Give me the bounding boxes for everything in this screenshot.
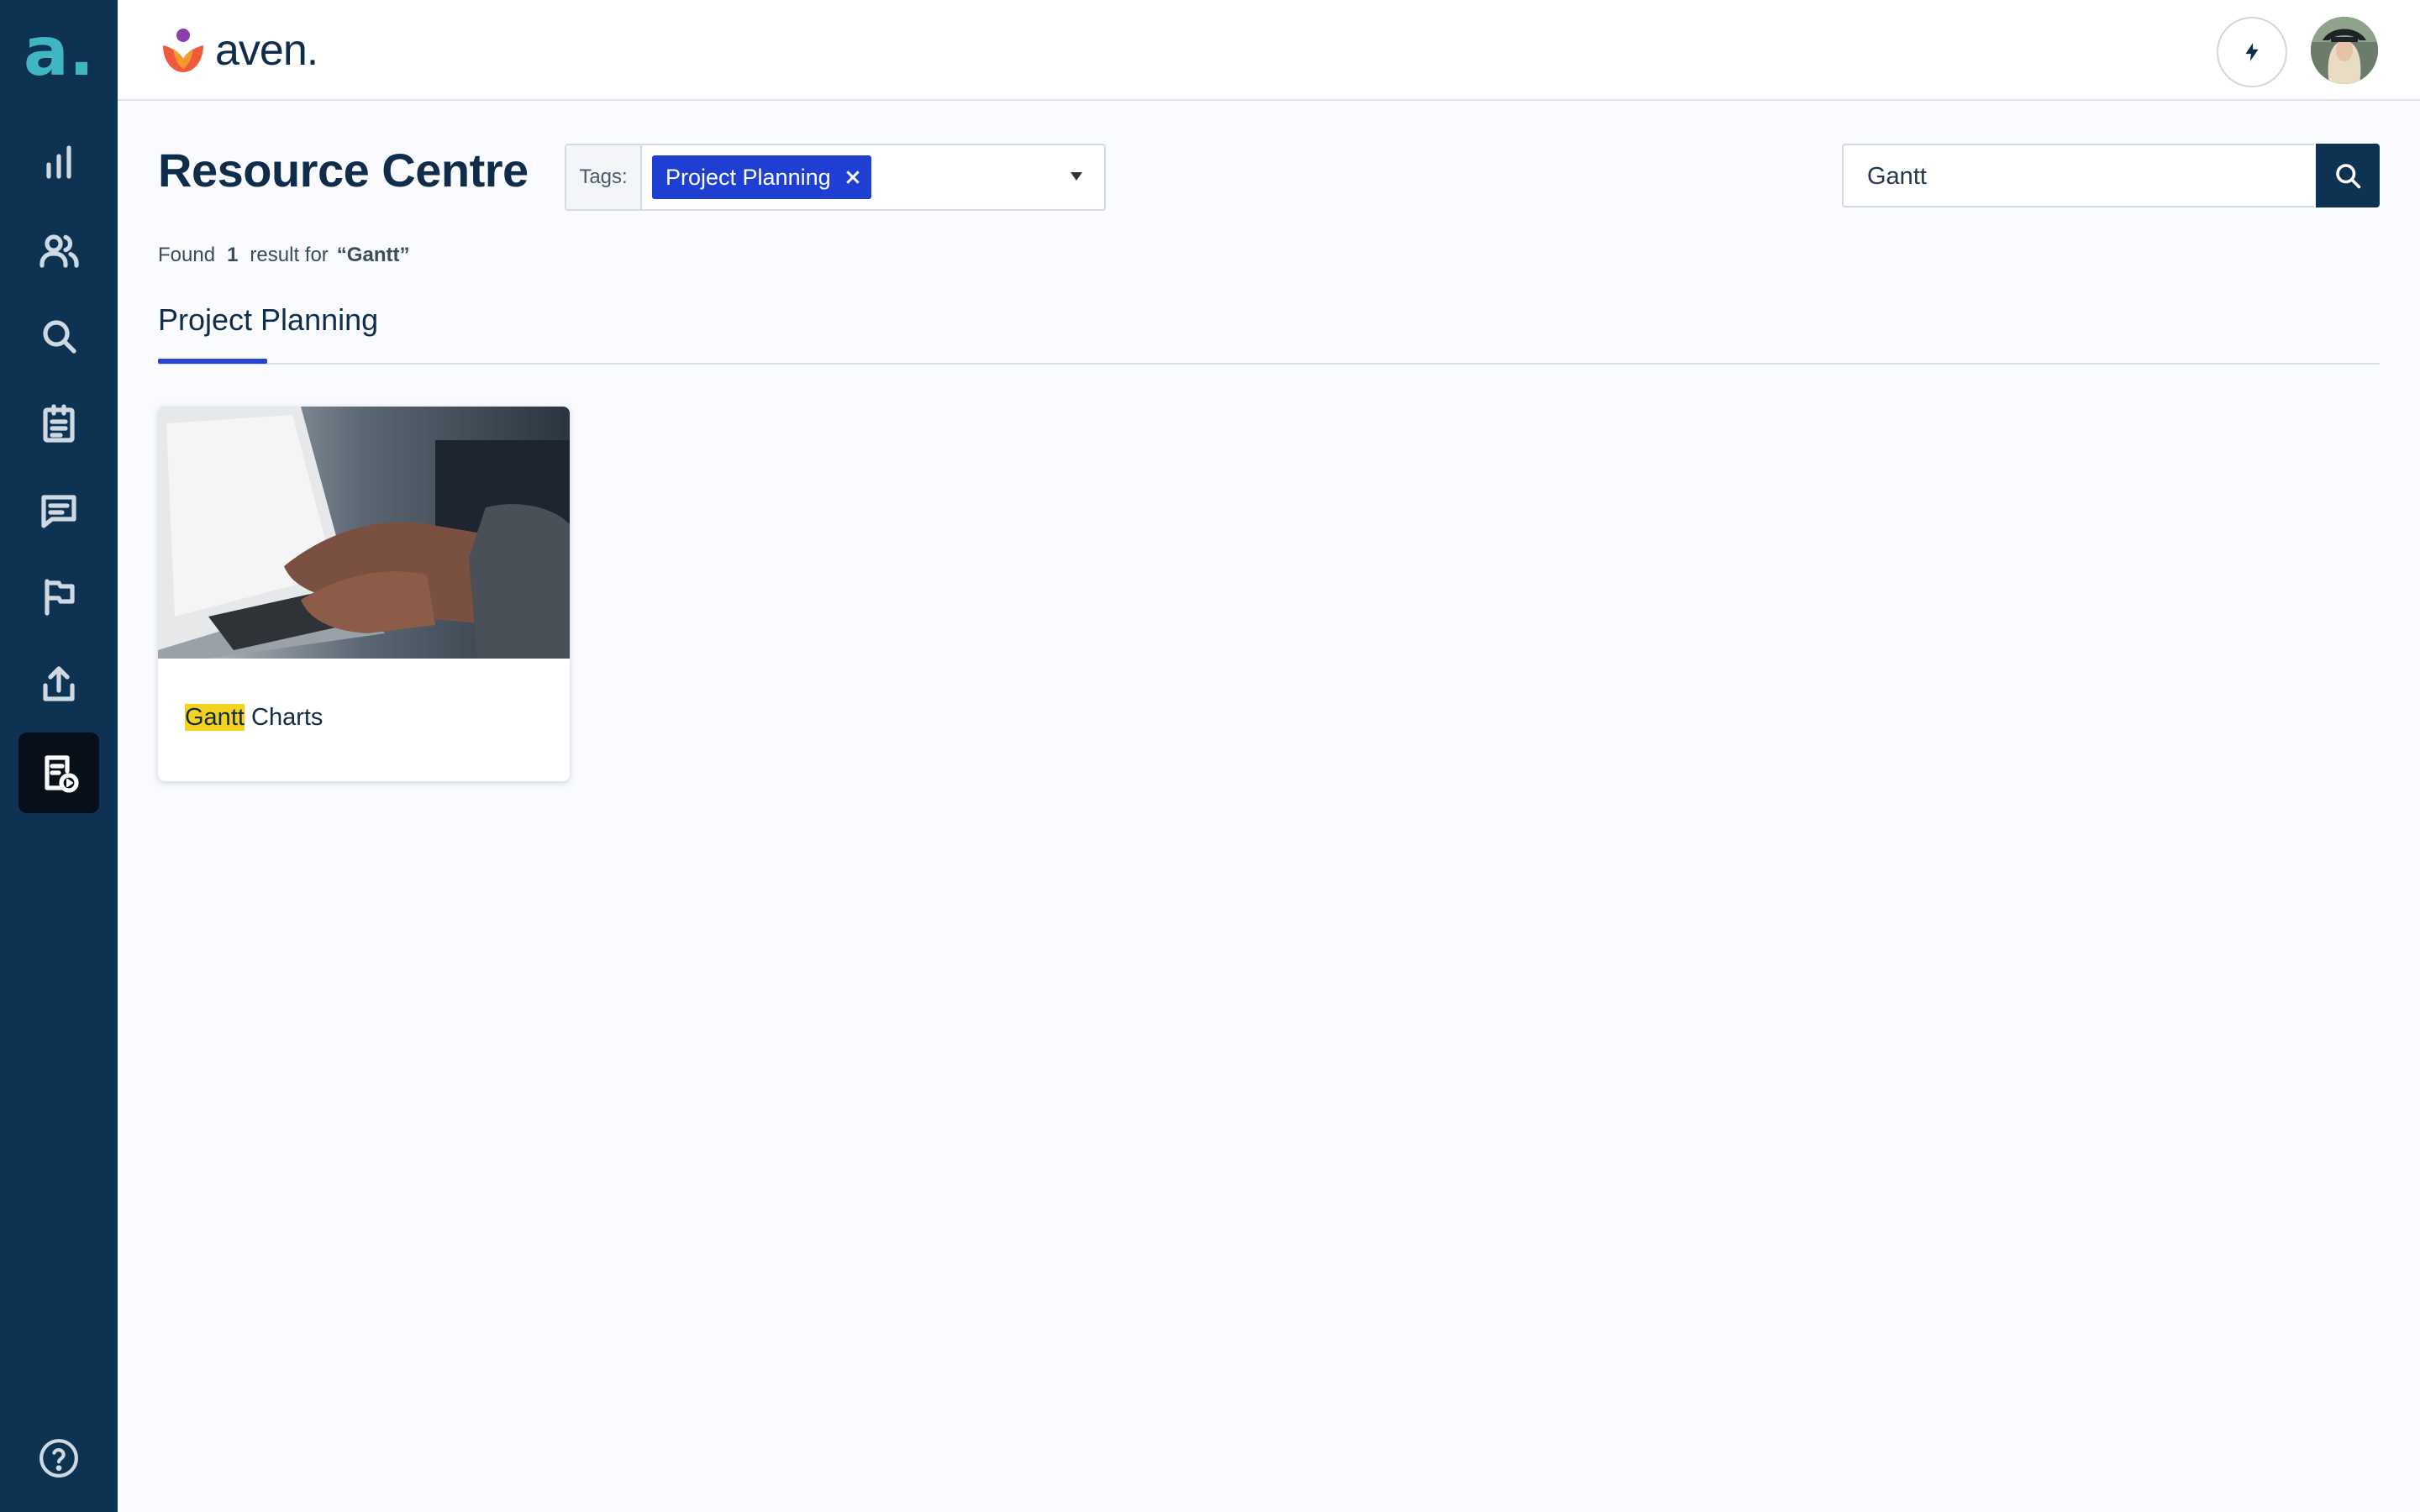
page-title: Resource Centre (158, 144, 529, 197)
tab-divider (158, 363, 2380, 365)
logo-text: aven. (215, 26, 318, 75)
search-field[interactable] (1842, 144, 2314, 207)
results-middle: result for (250, 244, 329, 266)
search-icon (2336, 164, 2361, 189)
search-input[interactable] (1844, 145, 2306, 207)
lotus-logo-icon (163, 29, 203, 72)
resource-card[interactable]: Gantt Charts (158, 407, 570, 781)
results-query: “Gantt” (336, 244, 410, 266)
sidebar: a. (0, 0, 118, 1512)
sidebar-item-upload[interactable] (18, 643, 99, 724)
bar-chart-icon (46, 145, 71, 179)
sidebar-item-people[interactable] (18, 210, 99, 291)
chevron-down-icon[interactable] (1071, 172, 1082, 181)
upload-icon (43, 666, 75, 701)
tags-label: Tags: (566, 145, 642, 209)
search-match-highlight: Gantt (185, 704, 245, 731)
sidebar-item-tasks[interactable] (18, 383, 99, 464)
brand-glyph: a. (23, 13, 95, 91)
sidebar-brand-logo[interactable]: a. (0, 0, 118, 104)
resource-video-icon (45, 755, 79, 793)
remove-tag-button[interactable] (844, 169, 861, 186)
top-bar: aven. (118, 0, 2420, 101)
results-count: 1 (227, 244, 239, 266)
sidebar-item-search[interactable] (18, 296, 99, 376)
quick-actions-button[interactable] (2217, 17, 2287, 87)
card-title[interactable]: Gantt Charts (185, 704, 323, 732)
clipboard-icon (43, 404, 75, 443)
search-button[interactable] (2316, 144, 2380, 207)
results-summary: Found 1 result for “Gantt” (158, 244, 409, 267)
card-title-rest: Charts (244, 704, 324, 731)
active-tab-indicator (158, 359, 267, 364)
tag-chip[interactable]: Project Planning (652, 155, 871, 199)
aven-logo[interactable]: aven. (158, 24, 318, 77)
search-icon (43, 320, 76, 354)
results-prefix: Found (158, 244, 216, 266)
flag-icon (45, 579, 75, 616)
sidebar-item-analytics[interactable] (18, 123, 99, 203)
tags-filter[interactable]: Tags: Project Planning (565, 144, 1106, 211)
chat-icon (41, 495, 76, 528)
sidebar-item-resource-centre[interactable] (18, 732, 99, 813)
close-icon (845, 171, 860, 184)
tag-chip-label: Project Planning (666, 164, 831, 190)
sidebar-item-goals[interactable] (18, 556, 99, 637)
users-icon (39, 234, 79, 268)
sidebar-item-help[interactable] (18, 1418, 99, 1499)
tab-project-planning[interactable]: Project Planning (158, 302, 378, 338)
bolt-icon (2245, 43, 2259, 61)
sidebar-item-messages[interactable] (18, 470, 99, 551)
avatar-image (2311, 17, 2378, 84)
card-thumbnail-image (158, 407, 570, 659)
user-avatar[interactable] (2311, 17, 2378, 84)
help-icon (39, 1439, 78, 1478)
